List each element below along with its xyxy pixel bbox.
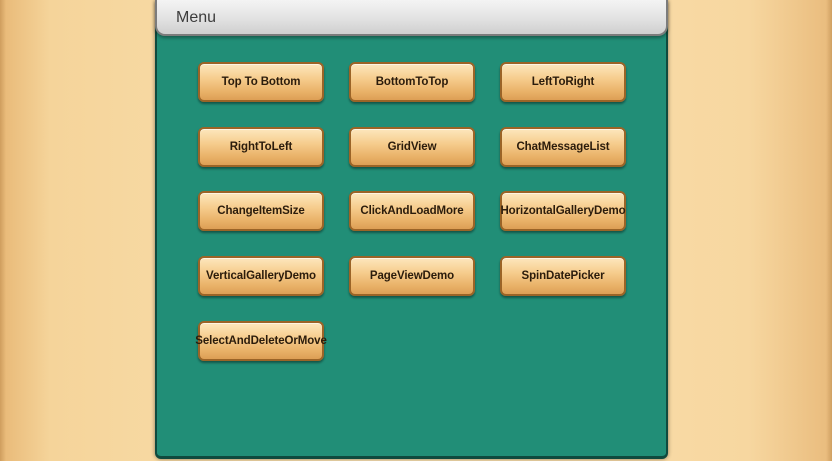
chat-message-list-button[interactable]: ChatMessageList — [500, 127, 626, 167]
menu-title: Menu — [176, 9, 217, 26]
button-label: ChatMessageList — [516, 141, 610, 153]
button-label: RightToLeft — [229, 141, 293, 153]
grid-view-button[interactable]: GridView — [349, 127, 475, 167]
page-view-demo-button[interactable]: PageViewDemo — [349, 256, 475, 296]
right-edge-shade — [826, 0, 832, 461]
horizontal-gallery-demo-button[interactable]: HorizontalGalleryDemo — [500, 191, 626, 231]
change-item-size-button[interactable]: ChangeItemSize — [198, 191, 324, 231]
button-label: SpinDatePicker — [521, 270, 605, 282]
button-label: LeftToRight — [531, 76, 595, 88]
click-and-load-more-button[interactable]: ClickAndLoadMore — [349, 191, 475, 231]
left-edge-shade — [0, 0, 6, 461]
left-to-right-button[interactable]: LeftToRight — [500, 62, 626, 102]
vertical-gallery-demo-button[interactable]: VerticalGalleryDemo — [198, 256, 324, 296]
bottom-to-top-button[interactable]: BottomToTop — [349, 62, 475, 102]
app-window: { "menu": { "title": "Menu", "buttons": … — [0, 0, 832, 461]
button-label: BottomToTop — [375, 76, 449, 88]
spin-date-picker-button[interactable]: SpinDatePicker — [500, 256, 626, 296]
button-label: GridView — [387, 141, 437, 153]
button-label: ClickAndLoadMore — [360, 205, 464, 217]
button-label: ChangeItemSize — [217, 205, 305, 217]
button-label: Top To Bottom — [221, 76, 301, 88]
top-to-bottom-button[interactable]: Top To Bottom — [198, 62, 324, 102]
button-label: PageViewDemo — [369, 270, 455, 282]
select-and-delete-or-move-button[interactable]: SelectAndDeleteOrMove — [195, 321, 327, 361]
button-label: HorizontalGalleryDemo — [500, 205, 626, 217]
right-to-left-button[interactable]: RightToLeft — [198, 127, 324, 167]
menu-header: Menu — [155, 0, 668, 36]
button-label: VerticalGalleryDemo — [206, 270, 316, 282]
button-label: SelectAndDeleteOrMove — [195, 335, 327, 347]
